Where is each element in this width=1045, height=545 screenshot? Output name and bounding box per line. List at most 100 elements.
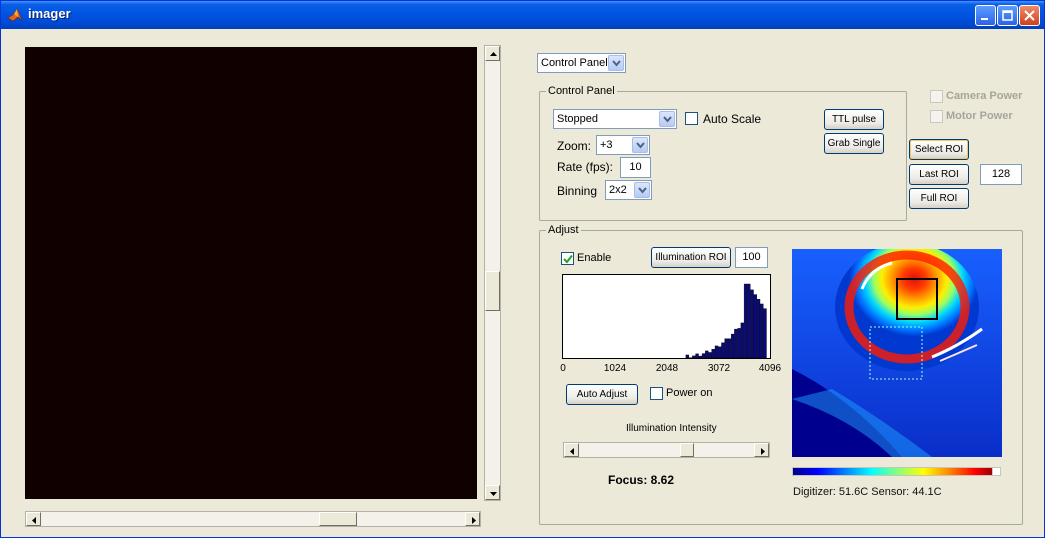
scroll-down-button[interactable]: [485, 485, 500, 500]
histogram-bar: [705, 350, 709, 359]
heatmap-image: [792, 249, 1002, 457]
histogram-bar: [708, 352, 712, 359]
histogram-bar: [701, 353, 706, 359]
maximize-icon: [1002, 10, 1013, 21]
focus-readout: Focus: 8.62: [608, 473, 675, 487]
matlab-app-icon: [7, 8, 23, 22]
panel-selector-dropdown[interactable]: Control Panel: [537, 53, 626, 73]
binning-label: Binning: [557, 184, 598, 198]
grab-single-button[interactable]: Grab Single: [824, 133, 884, 154]
histogram-bar: [743, 283, 748, 359]
full-roi-button[interactable]: Full ROI: [909, 188, 969, 209]
histogram-bar: [760, 303, 764, 359]
slider-left-button[interactable]: [564, 443, 579, 457]
imager-window: imager Control Panel Control Panel Stopp…: [0, 0, 1045, 538]
illumination-intensity-slider[interactable]: [563, 442, 770, 458]
control-panel-title: Control Panel: [546, 85, 617, 97]
close-button[interactable]: [1019, 5, 1040, 26]
chevron-down-icon: [634, 182, 650, 198]
close-icon: [1024, 10, 1035, 21]
histogram-bar: [685, 354, 690, 359]
histogram-bar: [737, 328, 741, 359]
histogram-bar: [695, 353, 699, 359]
arrow-up-icon: [490, 52, 497, 56]
hist-tick-4096: 4096: [758, 363, 782, 374]
arrow-left-icon: [570, 448, 574, 455]
binning-value: 2x2: [609, 184, 627, 196]
camera-power-label: Camera Power: [946, 90, 1023, 102]
maximize-button[interactable]: [997, 5, 1018, 26]
image-horizontal-scrollbar[interactable]: [25, 511, 481, 527]
auto-adjust-button[interactable]: Auto Adjust: [566, 384, 638, 405]
auto-scale-label: Auto Scale: [703, 112, 762, 126]
scroll-left-button[interactable]: [26, 512, 41, 526]
hist-tick-1024: 1024: [603, 363, 627, 374]
hist-tick-2048: 2048: [655, 363, 679, 374]
zoom-label: Zoom:: [557, 139, 592, 153]
last-roi-field[interactable]: 128: [980, 164, 1022, 185]
chevron-down-icon: [632, 137, 648, 153]
minimize-button[interactable]: [975, 5, 996, 26]
slider-right-button[interactable]: [754, 443, 769, 457]
roi-heatmap-preview[interactable]: [792, 249, 1002, 457]
power-on-checkbox[interactable]: [650, 387, 663, 400]
histogram-bar: [740, 322, 745, 359]
acquisition-mode-dropdown[interactable]: Stopped: [553, 109, 677, 129]
camera-image-view[interactable]: [25, 47, 477, 499]
camera-power-checkbox[interactable]: [930, 90, 943, 103]
motor-power-label: Motor Power: [946, 110, 1013, 122]
ttl-pulse-button[interactable]: TTL pulse: [824, 109, 884, 130]
scroll-right-button[interactable]: [465, 512, 480, 526]
histogram-bars: [685, 283, 767, 359]
illumination-roi-field[interactable]: 100: [735, 247, 768, 268]
histogram-bar: [763, 308, 767, 359]
last-roi-button[interactable]: Last ROI: [909, 164, 969, 185]
hist-tick-3072: 3072: [707, 363, 731, 374]
select-roi-button[interactable]: Select ROI: [909, 139, 969, 160]
panel-selector-value: Control Panel: [541, 57, 608, 69]
histogram-bar: [721, 342, 725, 359]
illumination-intensity-label: Illumination Intensity: [626, 423, 717, 434]
histogram-bar: [727, 338, 732, 359]
histogram-bar: [756, 299, 761, 359]
chevron-down-icon: [659, 111, 675, 127]
image-vertical-scrollbar[interactable]: [484, 45, 501, 501]
arrow-right-icon: [472, 517, 476, 524]
rate-label: Rate (fps):: [557, 160, 614, 174]
adjust-title: Adjust: [546, 224, 581, 236]
intensity-histogram: [562, 274, 771, 359]
histogram-bar: [724, 338, 728, 359]
chevron-down-icon: [608, 55, 624, 71]
hist-tick-0: 0: [560, 363, 566, 374]
vertical-scroll-thumb[interactable]: [485, 271, 500, 311]
rate-field[interactable]: 10: [620, 157, 651, 178]
arrow-down-icon: [490, 492, 497, 496]
enable-label: Enable: [577, 252, 612, 264]
slider-thumb[interactable]: [680, 443, 694, 457]
enable-checkbox[interactable]: [561, 252, 574, 265]
motor-power-checkbox[interactable]: [930, 110, 943, 123]
auto-scale-checkbox[interactable]: [685, 112, 698, 125]
heatmap-colorbar: [792, 467, 1001, 476]
histogram-bar: [714, 345, 719, 359]
title-bar[interactable]: imager: [1, 1, 1044, 29]
checkmark-icon: [563, 254, 573, 264]
scroll-up-button[interactable]: [485, 46, 500, 61]
arrow-left-icon: [32, 517, 36, 524]
illumination-roi-button[interactable]: Illumination ROI: [651, 247, 731, 268]
histogram-bar: [730, 333, 735, 359]
minimize-icon: [981, 18, 988, 20]
histogram-bar: [750, 289, 754, 359]
histogram-bar: [692, 355, 696, 359]
bottom-strip: [0, 538, 1045, 545]
temperature-readout: Digitizer: 51.6C Sensor: 44.1C: [793, 486, 942, 498]
binning-dropdown[interactable]: 2x2: [605, 180, 652, 200]
histogram-bar: [753, 294, 757, 359]
histogram-bar: [734, 328, 738, 359]
zoom-value: +3: [600, 139, 613, 151]
horizontal-scroll-thumb[interactable]: [319, 512, 357, 526]
zoom-dropdown[interactable]: +3: [596, 135, 650, 155]
acquisition-mode-value: Stopped: [557, 113, 598, 125]
histogram-bar: [718, 346, 722, 359]
histogram-bar: [747, 283, 751, 359]
